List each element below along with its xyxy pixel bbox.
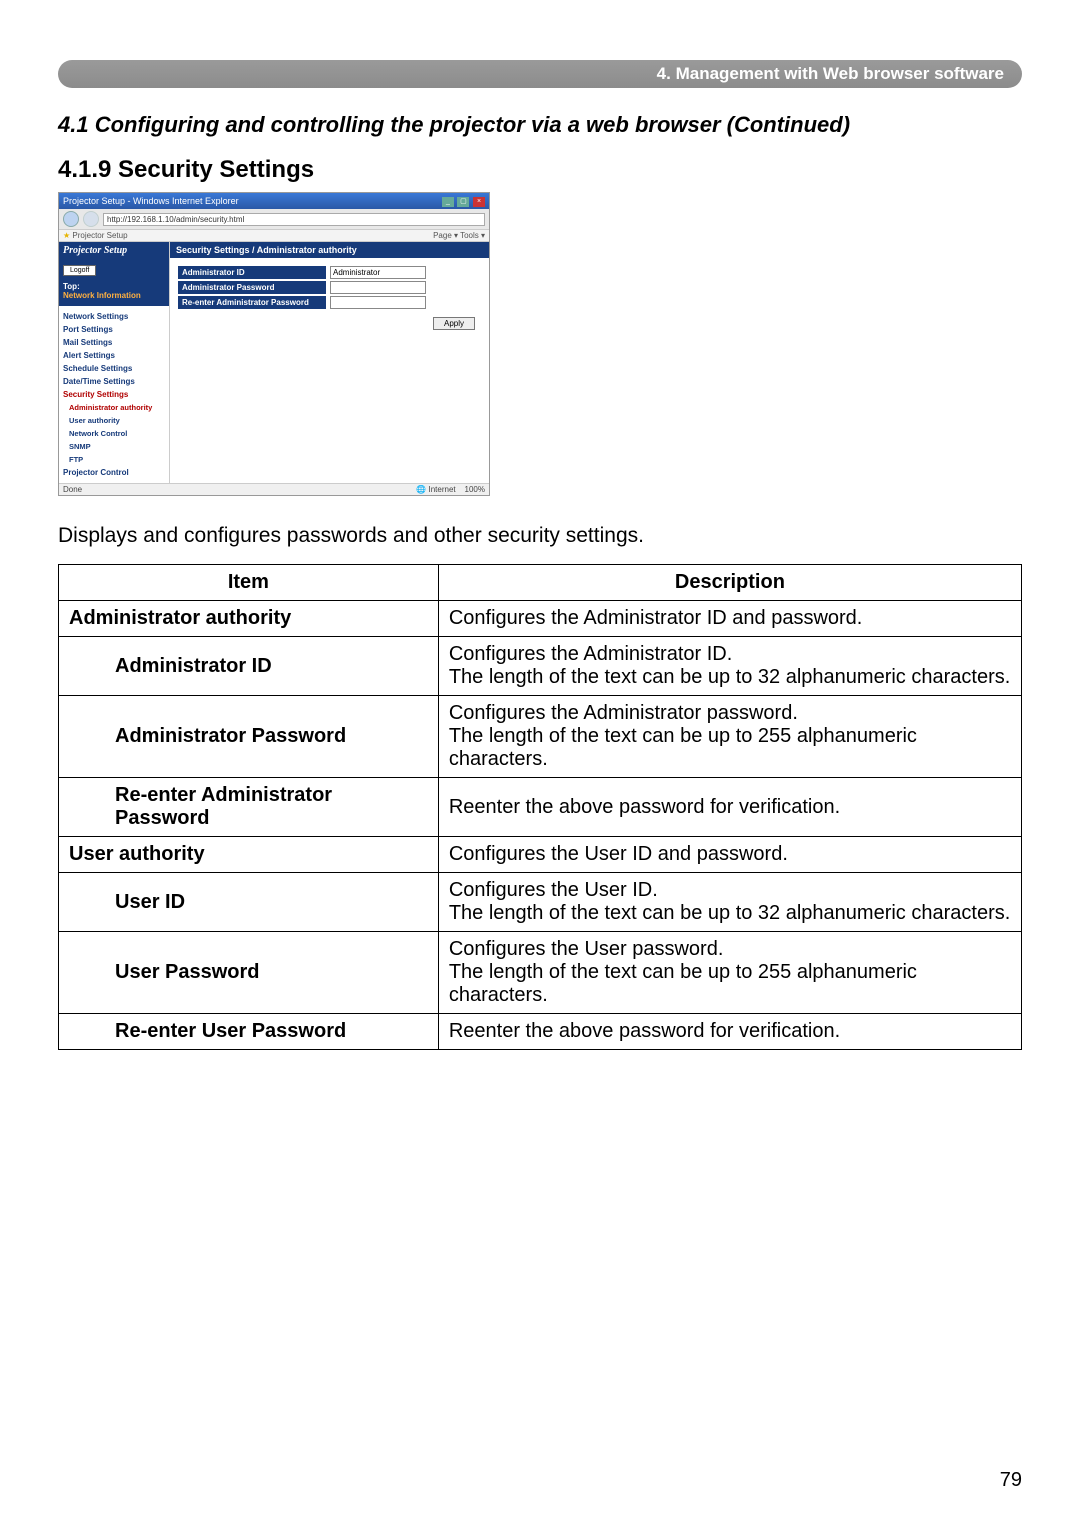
table-indent: [59, 778, 106, 837]
table-row: User PasswordConfigures the User passwor…: [59, 932, 1022, 1014]
address-bar[interactable]: http://192.168.1.10/admin/security.html: [103, 213, 485, 226]
table-row: Administrator PasswordConfigures the Adm…: [59, 696, 1022, 778]
label-admin-id: Administrator ID: [178, 266, 326, 279]
sidebar-item-projector-control[interactable]: Projector Control: [61, 466, 167, 479]
sidebar-logo: Projector Setup: [59, 242, 169, 259]
table-indent: [59, 873, 106, 932]
form-row-admin-id: Administrator ID: [178, 266, 481, 279]
sidebar: Projector Setup Logoff Top: Network Info…: [59, 242, 170, 483]
main-panel: Security Settings / Administrator author…: [170, 242, 489, 483]
sidebar-item-network-settings[interactable]: Network Settings: [61, 310, 167, 323]
sidebar-item-alert-settings[interactable]: Alert Settings: [61, 349, 167, 362]
table-item-sub: Administrator Password: [105, 696, 438, 778]
table-header-item: Item: [59, 565, 439, 601]
table-item-sub: Re-enter Administrator Password: [105, 778, 438, 837]
status-bar: Done 🌐 Internet 100%: [59, 483, 489, 495]
status-left: Done: [63, 485, 82, 494]
sidebar-item-schedule-settings[interactable]: Schedule Settings: [61, 362, 167, 375]
window-title: Projector Setup - Windows Internet Explo…: [63, 196, 239, 206]
sidebar-item-port-settings[interactable]: Port Settings: [61, 323, 167, 336]
status-zoom: 100%: [465, 485, 485, 494]
browser-nav-toolbar: http://192.168.1.10/admin/security.html: [59, 209, 489, 230]
forward-icon[interactable]: [83, 211, 99, 227]
table-row: User IDConfigures the User ID.The length…: [59, 873, 1022, 932]
table-description: Reenter the above password for verificat…: [438, 1014, 1021, 1050]
close-icon[interactable]: ×: [473, 197, 485, 207]
back-icon[interactable]: [63, 211, 79, 227]
logoff-button[interactable]: Logoff: [63, 265, 96, 276]
chapter-bar: 4. Management with Web browser software: [58, 60, 1022, 88]
table-description: Configures the User ID.The length of the…: [438, 873, 1021, 932]
sidebar-sub-network-control[interactable]: Network Control: [61, 427, 167, 440]
table-description: Configures the Administrator ID and pass…: [438, 601, 1021, 637]
page-number: 79: [1000, 1469, 1022, 1492]
table-header-description: Description: [438, 565, 1021, 601]
input-admin-password-re[interactable]: [330, 296, 426, 309]
window-buttons: _ ▢ ×: [441, 195, 485, 207]
label-admin-password-re: Re-enter Administrator Password: [178, 296, 326, 309]
table-item-sub: Administrator ID: [105, 637, 438, 696]
sidebar-top-link[interactable]: Top:: [63, 282, 80, 291]
table-indent: [59, 1014, 106, 1050]
table-description: Configures the User ID and password.: [438, 837, 1021, 873]
form-row-admin-password: Administrator Password: [178, 281, 481, 294]
sidebar-item-date-time-settings[interactable]: Date/Time Settings: [61, 375, 167, 388]
browser-fav-toolbar: ★ Projector Setup Page ▾ Tools ▾: [59, 230, 489, 242]
table-row: User authorityConfigures the User ID and…: [59, 837, 1022, 873]
table-item-sub: User ID: [105, 873, 438, 932]
sidebar-sub-ftp[interactable]: FTP: [61, 453, 167, 466]
status-internet: Internet: [429, 485, 456, 494]
table-item-main: Administrator authority: [59, 601, 439, 637]
sidebar-sub-snmp[interactable]: SNMP: [61, 440, 167, 453]
apply-button[interactable]: Apply: [433, 317, 475, 330]
table-indent: [59, 696, 106, 778]
browser-screenshot: Projector Setup - Windows Internet Explo…: [58, 192, 490, 496]
label-admin-password: Administrator Password: [178, 281, 326, 294]
table-description: Reenter the above password for verificat…: [438, 778, 1021, 837]
sidebar-network-information[interactable]: Network Information: [63, 291, 141, 300]
table-item-sub: Re-enter User Password: [105, 1014, 438, 1050]
table-indent: [59, 932, 106, 1014]
sidebar-item-mail-settings[interactable]: Mail Settings: [61, 336, 167, 349]
table-row: Administrator IDConfigures the Administr…: [59, 637, 1022, 696]
table-indent: [59, 637, 106, 696]
table-description: Configures the User password.The length …: [438, 932, 1021, 1014]
panel-title: Security Settings / Administrator author…: [170, 242, 489, 258]
sub-section-title: 4.1.9 Security Settings: [58, 156, 1022, 184]
toolbar-right[interactable]: Page ▾ Tools ▾: [433, 231, 485, 240]
table-item-sub: User Password: [105, 932, 438, 1014]
table-item-main: User authority: [59, 837, 439, 873]
settings-table: Item Description Administrator authority…: [58, 564, 1022, 1050]
favorites-icon[interactable]: ★: [63, 231, 70, 240]
form-row-admin-password-re: Re-enter Administrator Password: [178, 296, 481, 309]
table-description: Configures the Administrator password.Th…: [438, 696, 1021, 778]
section-title: 4.1 Configuring and controlling the proj…: [58, 112, 1022, 138]
table-row: Administrator authorityConfigures the Ad…: [59, 601, 1022, 637]
fav-tab-label[interactable]: Projector Setup: [72, 231, 127, 240]
table-description: Configures the Administrator ID.The leng…: [438, 637, 1021, 696]
minimize-icon[interactable]: _: [442, 197, 454, 207]
intro-text: Displays and configures passwords and ot…: [58, 524, 1022, 548]
table-row: Re-enter User PasswordReenter the above …: [59, 1014, 1022, 1050]
maximize-icon[interactable]: ▢: [457, 197, 469, 207]
internet-icon: 🌐: [416, 485, 426, 494]
input-admin-password[interactable]: [330, 281, 426, 294]
table-row: Re-enter Administrator PasswordReenter t…: [59, 778, 1022, 837]
window-titlebar: Projector Setup - Windows Internet Explo…: [59, 193, 489, 209]
sidebar-sub-user-authority[interactable]: User authority: [61, 414, 167, 427]
input-admin-id[interactable]: [330, 266, 426, 279]
sidebar-sub-admin-authority[interactable]: Administrator authority: [61, 401, 167, 414]
sidebar-item-security-settings[interactable]: Security Settings: [61, 388, 167, 401]
